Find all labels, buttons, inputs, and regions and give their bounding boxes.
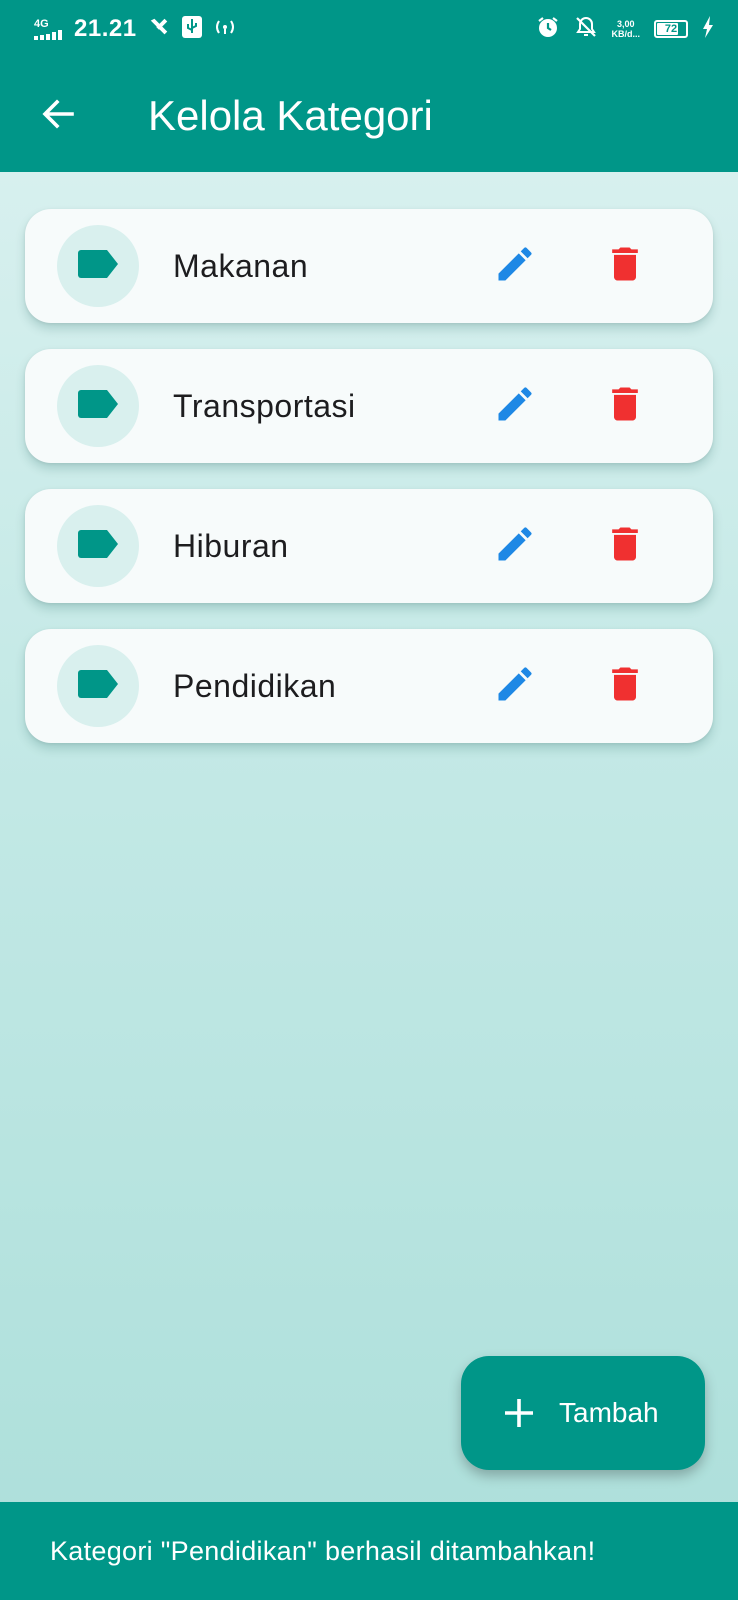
- page-title: Kelola Kategori: [148, 92, 433, 139]
- category-avatar: [57, 505, 139, 587]
- pencil-icon: [493, 522, 537, 571]
- snackbar-message: Kategori "Pendidikan" berhasil ditambahk…: [50, 1536, 596, 1566]
- edit-button[interactable]: [485, 236, 545, 296]
- label-tag-icon: [78, 669, 118, 703]
- pencil-icon: [493, 242, 537, 291]
- category-card-makanan[interactable]: Makanan: [25, 209, 713, 323]
- label-tag-icon: [78, 389, 118, 423]
- edit-button[interactable]: [485, 516, 545, 576]
- category-label: Pendidikan: [173, 668, 337, 704]
- battery-icon: 72: [654, 20, 688, 38]
- pencil-icon: [493, 382, 537, 431]
- category-card-pendidikan[interactable]: Pendidikan: [25, 629, 713, 743]
- status-bar: 4G 21.21 3,00 KB/d... 72: [0, 0, 738, 58]
- category-avatar: [57, 225, 139, 307]
- back-button[interactable]: [30, 88, 86, 144]
- delete-button[interactable]: [595, 516, 655, 576]
- edit-button[interactable]: [485, 376, 545, 436]
- hotspot-icon: [213, 17, 237, 42]
- trash-icon: [603, 242, 647, 291]
- pencil-icon: [493, 662, 537, 711]
- label-tag-icon: [78, 249, 118, 283]
- delete-button[interactable]: [595, 376, 655, 436]
- trash-icon: [603, 662, 647, 711]
- trash-icon: [603, 382, 647, 431]
- usb-icon: [181, 15, 203, 44]
- category-label: Makanan: [173, 248, 309, 284]
- add-category-button[interactable]: Tambah: [461, 1356, 705, 1470]
- trash-icon: [603, 522, 647, 571]
- status-time: 21.21: [74, 15, 137, 42]
- snackbar: Kategori "Pendidikan" berhasil ditambahk…: [0, 1502, 738, 1600]
- battery-level: 72: [664, 23, 678, 35]
- category-card-transportasi[interactable]: Transportasi: [25, 349, 713, 463]
- category-label: Hiburan: [173, 528, 289, 564]
- category-avatar: [57, 645, 139, 727]
- network-type: 4G: [34, 17, 49, 30]
- label-tag-icon: [78, 529, 118, 563]
- signal-icon: 4G: [34, 17, 64, 40]
- category-list: Makanan Transportasi Hiburan Pendidikan: [25, 209, 713, 769]
- net-speed: 3,00 KB/d...: [611, 19, 641, 39]
- delete-button[interactable]: [595, 236, 655, 296]
- arrow-back-icon: [38, 94, 78, 139]
- app-bar: Kelola Kategori: [0, 58, 738, 172]
- delete-button[interactable]: [595, 656, 655, 716]
- category-label: Transportasi: [173, 388, 356, 424]
- category-card-hiburan[interactable]: Hiburan: [25, 489, 713, 603]
- edit-button[interactable]: [485, 656, 545, 716]
- charging-icon: [702, 15, 714, 43]
- plus-icon: [501, 1395, 537, 1431]
- notifications-off-icon: [574, 15, 598, 44]
- tools-icon: [147, 16, 171, 43]
- category-avatar: [57, 365, 139, 447]
- add-button-label: Tambah: [559, 1397, 659, 1428]
- alarm-icon: [536, 15, 560, 44]
